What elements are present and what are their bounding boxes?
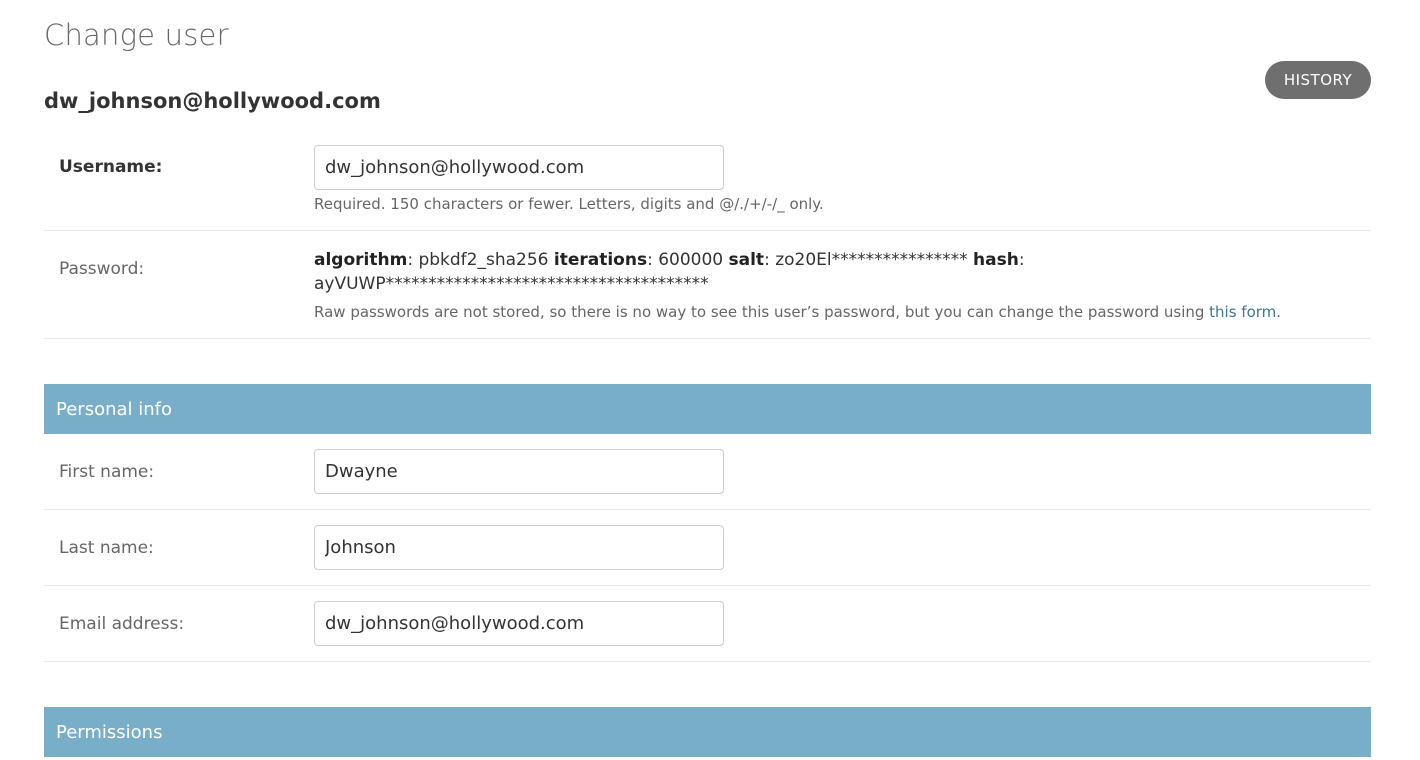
last-name-input[interactable] bbox=[314, 525, 724, 570]
first-name-label: First name: bbox=[59, 462, 155, 482]
username-label: Username: bbox=[59, 157, 163, 177]
password-help-suffix: . bbox=[1276, 303, 1282, 321]
change-password-link[interactable]: this form bbox=[1209, 303, 1276, 321]
hash-key: hash bbox=[973, 250, 1019, 270]
first-name-row: First name: bbox=[44, 434, 1371, 510]
password-help-prefix: Raw passwords are not stored, so there i… bbox=[314, 303, 1210, 321]
history-button[interactable]: HISTORY bbox=[1265, 61, 1371, 99]
iterations-value: : 600000 bbox=[647, 250, 729, 270]
password-summary: algorithm: pbkdf2_sha256 iterations: 600… bbox=[314, 248, 1334, 296]
change-user-page: Change user HISTORY dw_johnson@hollywood… bbox=[0, 0, 1420, 760]
iterations-key: iterations bbox=[553, 250, 648, 270]
email-label: Email address: bbox=[59, 614, 185, 634]
email-row: Email address: bbox=[44, 586, 1371, 662]
algorithm-key: algorithm bbox=[314, 250, 408, 270]
username-row: Username: Required. 150 characters or fe… bbox=[44, 131, 1371, 231]
last-name-label: Last name: bbox=[59, 538, 154, 558]
permissions-header: Permissions bbox=[44, 707, 1371, 757]
email-input[interactable] bbox=[314, 601, 724, 646]
username-input[interactable] bbox=[314, 145, 724, 190]
password-help-text: Raw passwords are not stored, so there i… bbox=[314, 303, 1281, 321]
password-label: Password: bbox=[59, 259, 145, 279]
algorithm-value: : pbkdf2_sha256 bbox=[407, 250, 554, 270]
username-help-text: Required. 150 characters or fewer. Lette… bbox=[314, 195, 824, 213]
password-row: Password: algorithm: pbkdf2_sha256 itera… bbox=[44, 231, 1371, 339]
last-name-row: Last name: bbox=[44, 510, 1371, 586]
salt-key: salt bbox=[728, 250, 765, 270]
object-title: dw_johnson@hollywood.com bbox=[44, 89, 381, 113]
salt-value: : zo20El**************** bbox=[764, 250, 974, 270]
personal-info-header: Personal info bbox=[44, 384, 1371, 434]
first-name-input[interactable] bbox=[314, 449, 724, 494]
page-title: Change user bbox=[44, 18, 229, 52]
